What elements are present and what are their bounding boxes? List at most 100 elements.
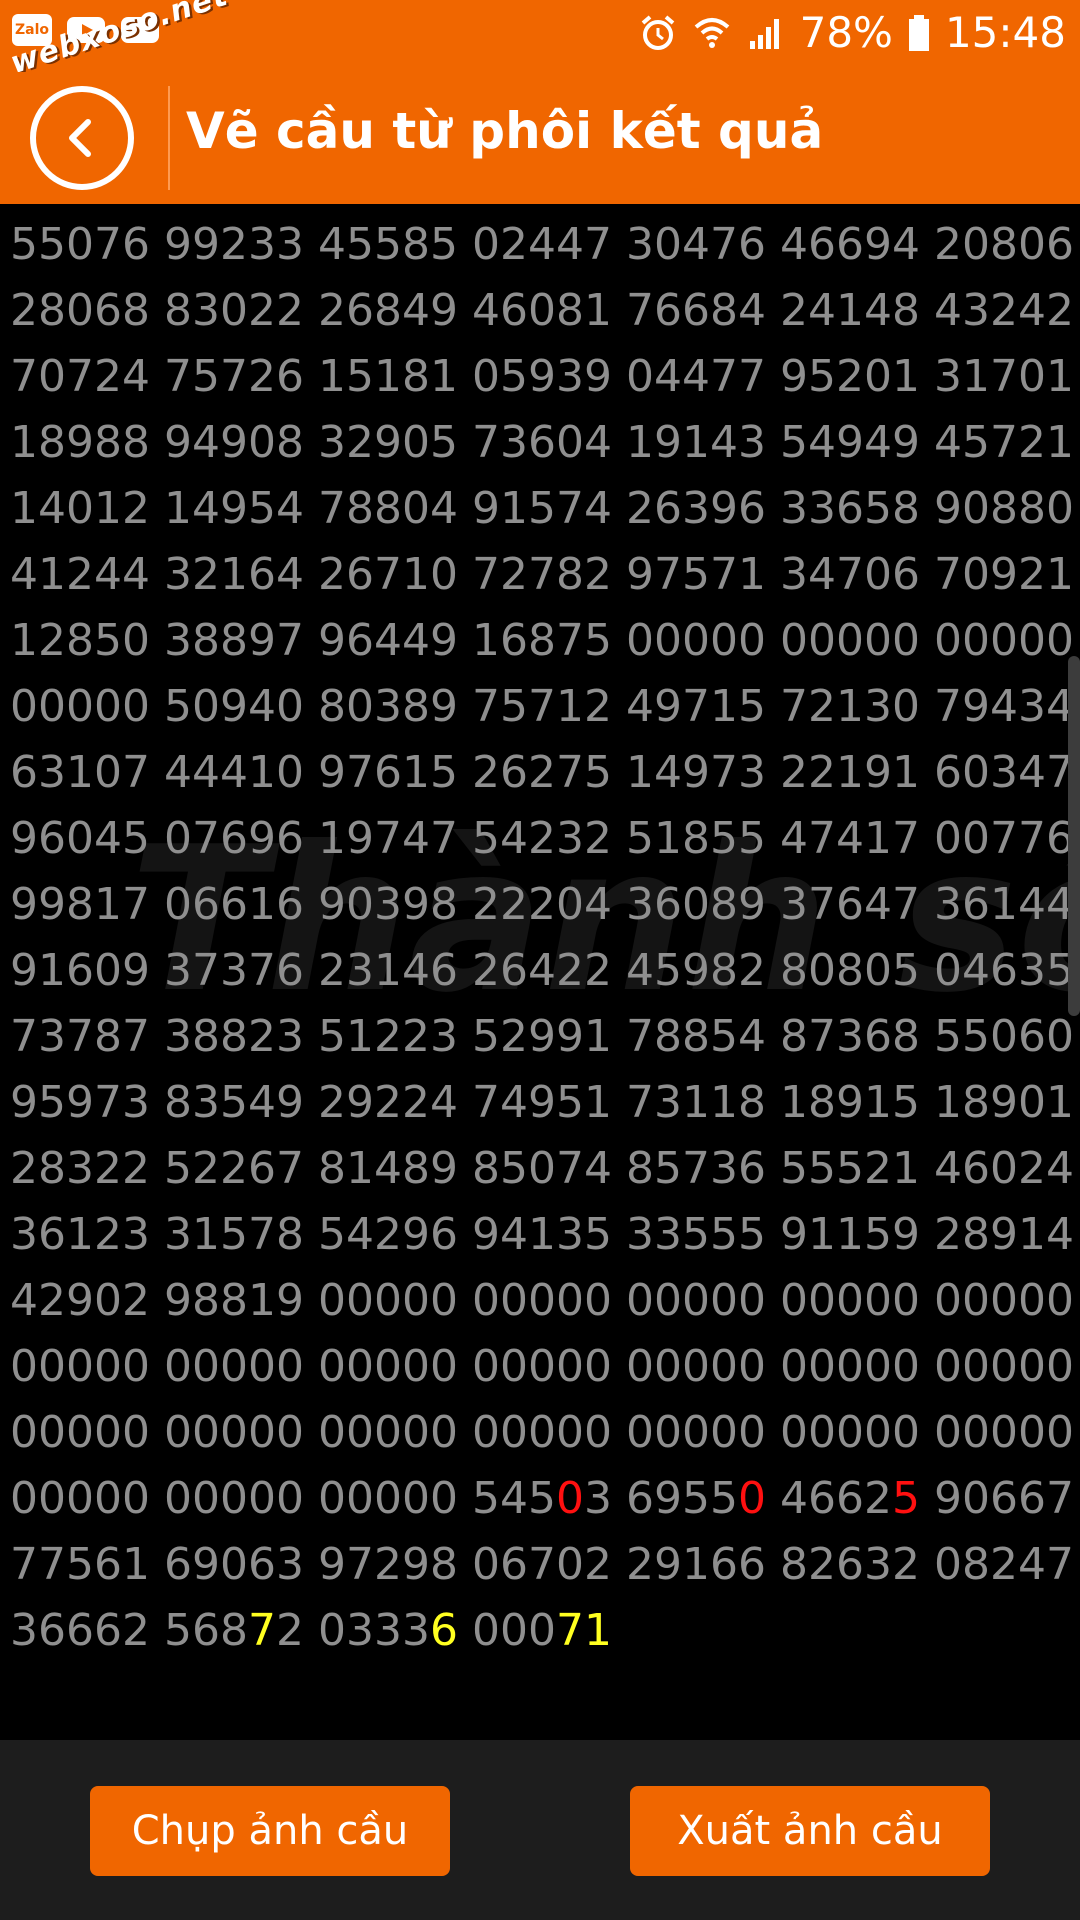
grid-cell: 04635: [934, 945, 1074, 996]
grid-cell: 97615: [318, 747, 458, 798]
grid-cell: 12850: [10, 615, 150, 666]
capture-button[interactable]: Chụp ảnh cầu: [90, 1786, 450, 1876]
grid-cell: 34706: [780, 549, 920, 600]
grid-cell: 45721: [934, 417, 1074, 468]
site-watermark: webxoso.net: [6, 0, 233, 82]
grid-cell: 80389: [318, 681, 458, 732]
grid-cell: 44410: [164, 747, 304, 798]
grid-cell: 00776: [934, 813, 1074, 864]
grid-cell: 22191: [780, 747, 920, 798]
grid-cell: 99233: [164, 219, 304, 270]
grid-cell: 52991: [472, 1011, 612, 1062]
grid-cell: 51223: [318, 1011, 458, 1062]
grid-cell: 00000: [780, 615, 920, 666]
grid-cell: 46625: [780, 1473, 920, 1524]
grid-cell: 00000: [318, 1407, 458, 1458]
grid-cell: 26849: [318, 285, 458, 336]
grid-cell: 00000: [10, 1473, 150, 1524]
grid-cell: 83549: [164, 1077, 304, 1128]
grid-cell: 37647: [780, 879, 920, 930]
grid-cell: 00000: [934, 1341, 1074, 1392]
grid-cell: 60347: [934, 747, 1074, 798]
grid-cell: 04477: [626, 351, 766, 402]
grid-cell: 36144: [934, 879, 1074, 930]
grid-cell: 79119: [318, 204, 472, 212]
grid-cell: 91574: [472, 483, 612, 534]
status-indicators: 78% 15:48: [638, 8, 1066, 57]
grid-cell: 08247: [934, 1539, 1074, 1590]
grid-cell: 69063: [164, 1539, 304, 1590]
grid-cell: 74951: [472, 1077, 612, 1128]
grid-cell: 26396: [626, 483, 766, 534]
grid-cell: 33555: [626, 1209, 766, 1260]
grid-cell: 63107: [10, 747, 150, 798]
grid-cell: 46694: [780, 219, 920, 270]
grid-cell: 60238: [780, 204, 934, 212]
number-grid-area[interactable]: Thành số 2879791897791192286782830602387…: [0, 204, 1080, 1740]
grid-cell: 14973: [626, 747, 766, 798]
grid-cell: 00000: [780, 1275, 920, 1326]
grid-cell: 76684: [626, 285, 766, 336]
grid-cell: 83022: [164, 285, 304, 336]
grid-cell: 70724: [10, 351, 150, 402]
grid-cell: 69550: [626, 1473, 766, 1524]
grid-cell: 75726: [164, 351, 304, 402]
grid-cell: 43242: [934, 285, 1074, 336]
grid-cell: 00000: [780, 1341, 920, 1392]
grid-cell: 00000: [318, 1341, 458, 1392]
grid-cell: 73604: [472, 417, 612, 468]
grid-cell: 73787: [10, 1011, 150, 1062]
number-grid: 28797918977911922867828306023870840 55076…: [10, 204, 1080, 1664]
wifi-icon: [694, 17, 729, 48]
grid-cell: 00000: [10, 1341, 150, 1392]
grid-cell: 14954: [164, 483, 304, 534]
grid-cell: 00000: [780, 1407, 920, 1458]
grid-cell: 26710: [318, 549, 458, 600]
grid-cell: 00071: [472, 1605, 612, 1656]
grid-cell: 00000: [626, 1407, 766, 1458]
grid-cell: 33658: [780, 483, 920, 534]
grid-cell: 55521: [780, 1143, 920, 1194]
grid-cell: 00000: [318, 1275, 458, 1326]
grid-cell: 28322: [10, 1143, 150, 1194]
grid-cell: 38823: [164, 1011, 304, 1062]
grid-cell: 00000: [472, 1275, 612, 1326]
clock: 15:48: [944, 8, 1066, 57]
grid-cell: 70921: [934, 549, 1074, 600]
grid-cell: 00000: [934, 615, 1074, 666]
grid-cell: 32164: [164, 549, 304, 600]
grid-cell: 85736: [626, 1143, 766, 1194]
grid-cell: 51855: [626, 813, 766, 864]
grid-cell: 00000: [318, 1473, 458, 1524]
export-button[interactable]: Xuất ảnh cầu: [630, 1786, 990, 1876]
grid-cell: 70840: [934, 204, 1080, 212]
grid-cell: 00000: [626, 1275, 766, 1326]
grid-cell: 23146: [318, 945, 458, 996]
grid-cell: 98819: [164, 1275, 304, 1326]
grid-cell: 96045: [10, 813, 150, 864]
scrollbar-track[interactable]: [1068, 656, 1080, 1016]
grid-cell: 50940: [164, 681, 304, 732]
grid-cell: 28914: [934, 1209, 1074, 1260]
grid-cell: 81489: [318, 1143, 458, 1194]
grid-cell: 31578: [164, 1209, 304, 1260]
grid-cell: 54949: [780, 417, 920, 468]
grid-cell: 19747: [318, 813, 458, 864]
grid-cell: 45982: [626, 945, 766, 996]
grid-cell: 73118: [626, 1077, 766, 1128]
grid-cell: 15181: [318, 351, 458, 402]
grid-cell: 16875: [472, 615, 612, 666]
grid-cell: 90667: [934, 1473, 1074, 1524]
grid-cell: 47417: [780, 813, 920, 864]
grid-cell: 90398: [318, 879, 458, 930]
grid-cell: 72130: [780, 681, 920, 732]
grid-cell: 19143: [626, 417, 766, 468]
back-button[interactable]: [30, 86, 134, 190]
grid-cell: 07696: [164, 813, 304, 864]
grid-cell: 22867: [472, 204, 626, 212]
grid-cell: 54503: [472, 1473, 612, 1524]
grid-cell: 00000: [626, 1341, 766, 1392]
grid-cell: 02447: [472, 219, 612, 270]
grid-cell: 55060: [934, 1011, 1074, 1062]
grid-cell: 54232: [472, 813, 612, 864]
